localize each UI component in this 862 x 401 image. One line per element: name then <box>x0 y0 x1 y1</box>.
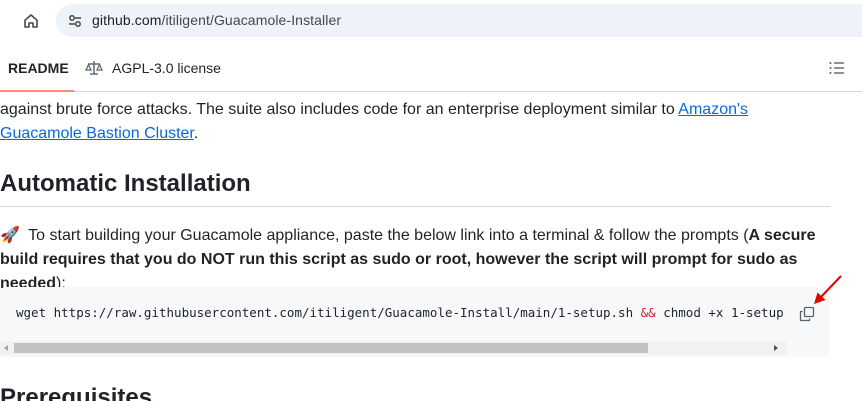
tune-icon <box>69 15 81 27</box>
horizontal-scrollbar[interactable] <box>0 341 786 355</box>
list-outline-icon <box>829 62 844 74</box>
intro-end: . <box>193 125 199 142</box>
intro-text: against brute force attacks. The suite a… <box>0 101 679 118</box>
home-icon <box>24 14 38 28</box>
code-operator: && <box>640 305 656 320</box>
browser-toolbar: github.com/itiligent/Guacamole-Installer <box>0 0 862 42</box>
code-part1: wget https://raw.githubusercontent.com/i… <box>16 305 641 320</box>
scroll-left-arrow-icon[interactable] <box>2 344 10 352</box>
site-info-button[interactable] <box>64 10 86 32</box>
code-part2: chmod +x 1-setup. <box>655 305 786 320</box>
readme-tabbar: README AGPL-3.0 license <box>0 44 862 92</box>
intro-paragraph: against brute force attacks. The suite a… <box>0 98 830 146</box>
instructions-text: To start building your Guacamole applian… <box>24 227 749 244</box>
code-block: wget https://raw.githubusercontent.com/i… <box>0 287 830 357</box>
install-command[interactable]: wget https://raw.githubusercontent.com/i… <box>16 305 786 320</box>
tab-license-label: AGPL-3.0 license <box>112 60 221 76</box>
url-host: github.com <box>92 12 162 28</box>
url-text[interactable]: github.com/itiligent/Guacamole-Installer <box>92 12 341 28</box>
outline-button[interactable] <box>826 58 848 78</box>
section-heading-prerequisites: Prerequisites <box>0 384 153 401</box>
instructions-paragraph: 🚀 To start building your Guacamole appli… <box>0 224 830 296</box>
tab-active-indicator <box>0 90 74 92</box>
rocket-emoji: 🚀 <box>0 227 20 244</box>
address-bar[interactable]: github.com/itiligent/Guacamole-Installer <box>56 4 862 37</box>
section-heading-automatic-installation: Automatic Installation <box>0 170 830 207</box>
annotation-arrow-icon <box>814 275 842 304</box>
tab-readme-label: README <box>8 60 69 76</box>
tab-license[interactable]: AGPL-3.0 license <box>84 44 221 92</box>
law-scale-icon <box>84 60 104 76</box>
url-path: /itiligent/Guacamole-Installer <box>161 12 342 28</box>
scrollbar-thumb[interactable] <box>14 343 648 353</box>
tab-readme[interactable]: README <box>0 44 77 92</box>
scroll-right-arrow-icon[interactable] <box>772 344 780 352</box>
home-button[interactable] <box>18 8 44 34</box>
